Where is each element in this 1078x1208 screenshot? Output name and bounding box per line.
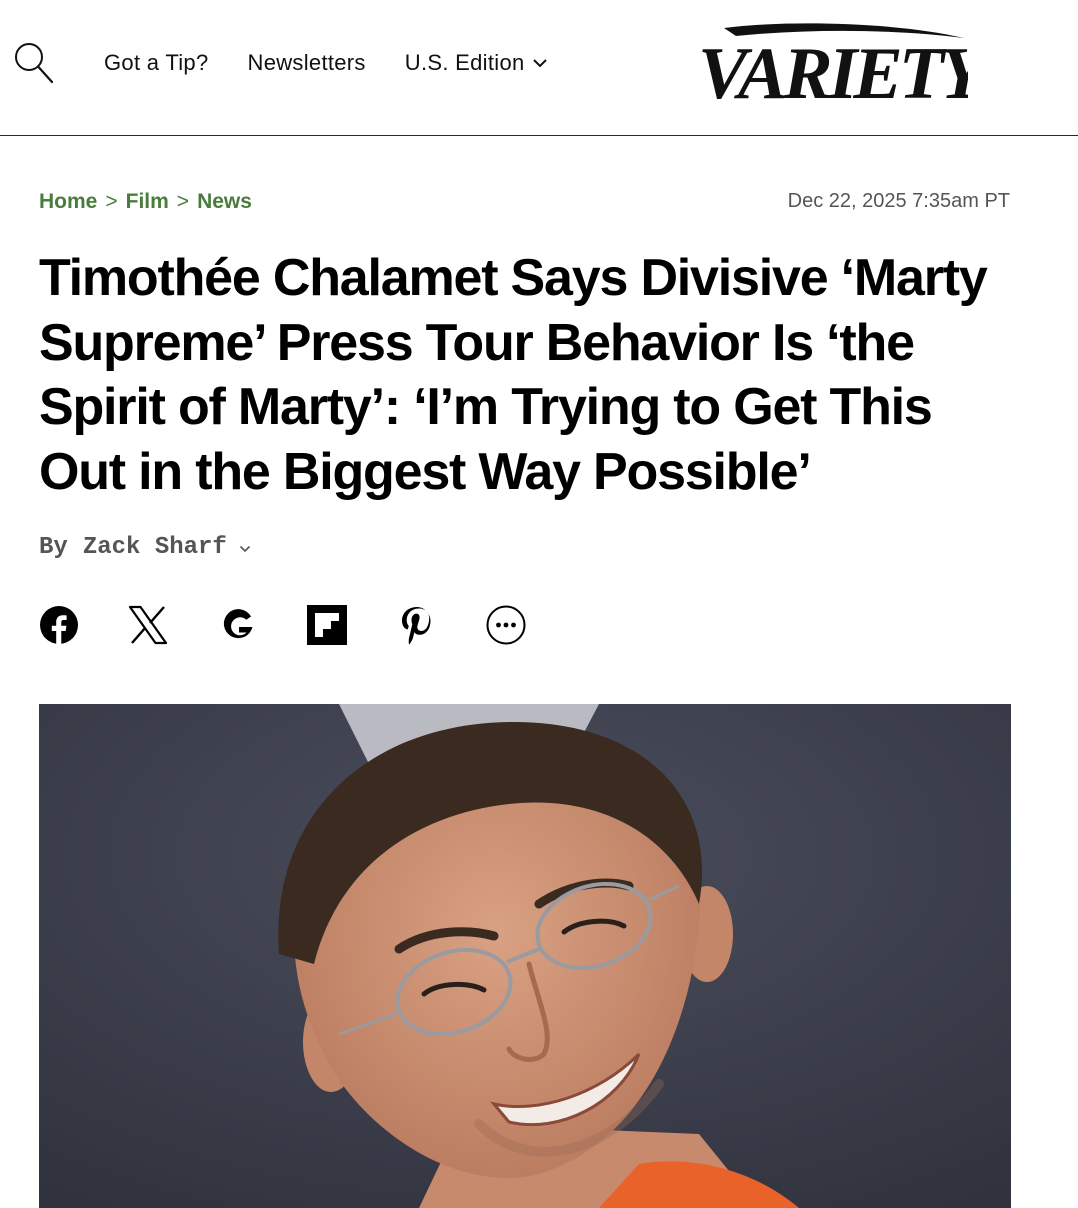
search-icon[interactable] [14, 40, 56, 86]
hero-image[interactable] [39, 704, 1011, 1208]
variety-logo[interactable]: VARIETY [696, 20, 995, 115]
pinterest-icon[interactable] [397, 605, 437, 645]
breadcrumb-separator: > [176, 190, 190, 213]
top-nav: Got a Tip? Newsletters U.S. Edition [104, 50, 548, 76]
svg-text:VARIETY: VARIETY [698, 33, 968, 106]
breadcrumb-home[interactable]: Home [39, 190, 97, 214]
author-name[interactable]: Zack Sharf [83, 534, 227, 561]
newsletters-link[interactable]: Newsletters [248, 50, 366, 76]
chevron-down-icon [532, 59, 547, 68]
publish-date: Dec 22, 2025 7:35am PT [787, 190, 1010, 212]
breadcrumb: Home > Film > News [39, 190, 252, 214]
article-headline: Timothée Chalamet Says Divisive ‘Marty S… [39, 249, 988, 501]
site-header: Got a Tip? Newsletters U.S. Edition VARI… [0, 0, 1078, 136]
chevron-down-icon[interactable] [239, 545, 251, 553]
x-icon[interactable] [128, 605, 168, 645]
more-icon[interactable] [486, 605, 526, 645]
breadcrumb-film[interactable]: Film [126, 190, 169, 214]
byline-prefix: By [39, 534, 68, 561]
flipboard-icon[interactable] [307, 605, 347, 645]
byline: By Zack Sharf [39, 534, 251, 561]
breadcrumb-separator: > [105, 190, 118, 213]
breadcrumb-news[interactable]: News [197, 190, 252, 214]
facebook-icon[interactable] [39, 605, 79, 645]
google-icon[interactable] [218, 605, 258, 645]
edition-label: U.S. Edition [404, 50, 525, 75]
got-a-tip-link[interactable]: Got a Tip? [104, 50, 209, 76]
edition-selector[interactable]: U.S. Edition [405, 50, 548, 76]
